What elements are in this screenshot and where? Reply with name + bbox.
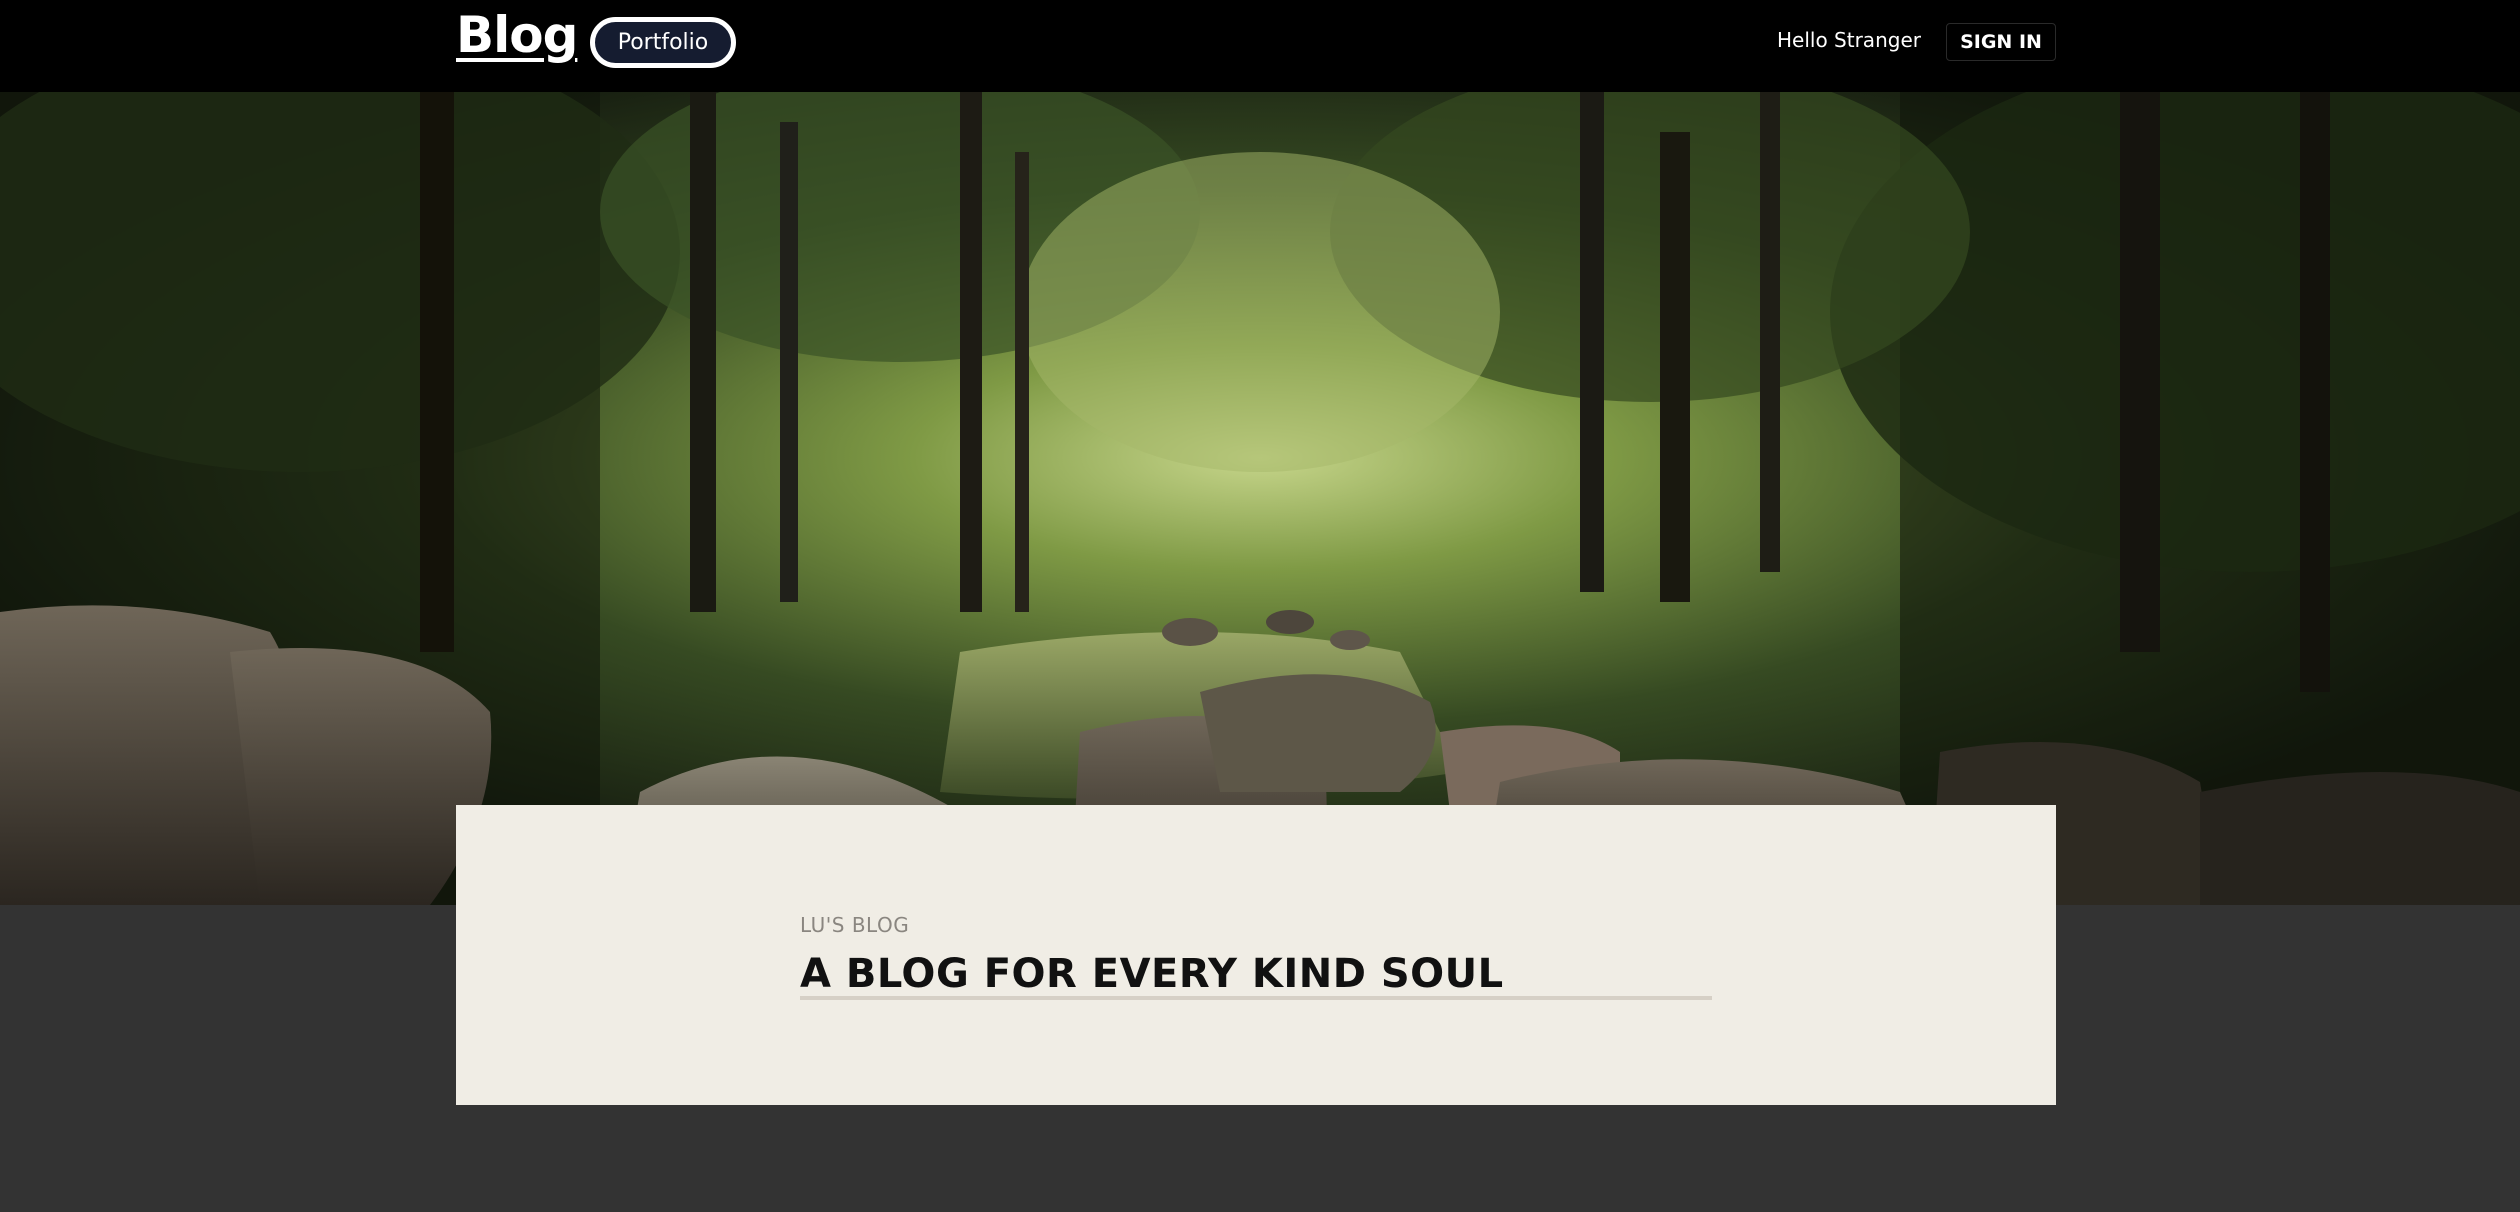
hero-image [0, 92, 2520, 905]
top-navigation-bar: Blog Portfolio Hello Stranger SIGN IN [0, 0, 2520, 92]
brand-logo-link[interactable]: Blog [456, 6, 578, 64]
blog-headline: A BLOG FOR EVERY KIND SOUL [800, 951, 1504, 997]
greeting-text: Hello Stranger [1777, 28, 1921, 52]
blog-eyebrow-label: LU'S BLOG [800, 913, 910, 937]
headline-underline-divider [800, 996, 1712, 1000]
blog-intro-card: LU'S BLOG A BLOG FOR EVERY KIND SOUL [456, 805, 2056, 1105]
portfolio-button[interactable]: Portfolio [590, 17, 736, 68]
sign-in-button[interactable]: SIGN IN [1946, 23, 2056, 61]
